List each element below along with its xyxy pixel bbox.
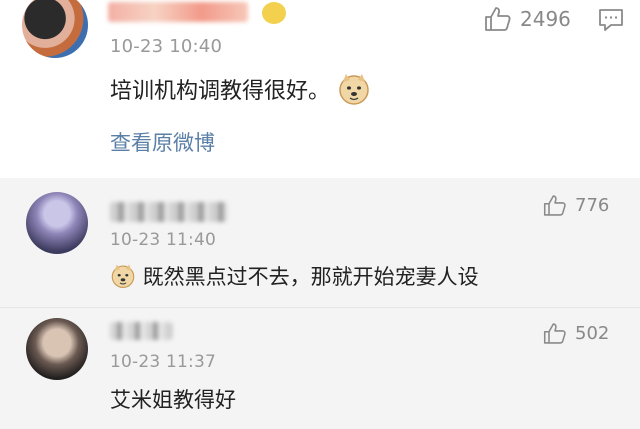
reply-text: 既然黑点过不去，那就开始宠妻人设 xyxy=(110,261,479,294)
username-blurred[interactable] xyxy=(110,202,228,222)
comment-text-content: 培训机构调教得很好。 xyxy=(110,79,331,104)
avatar[interactable] xyxy=(26,192,88,254)
comment-icon xyxy=(599,9,623,31)
badge-icon xyxy=(262,2,286,24)
avatar[interactable] xyxy=(26,318,88,380)
like-button[interactable]: 776 xyxy=(543,194,609,217)
thumbs-up-icon xyxy=(485,7,511,31)
reply-text: 艾米姐教得好 xyxy=(110,388,236,412)
like-button[interactable]: 502 xyxy=(543,322,609,345)
doge-emoji xyxy=(110,263,136,294)
thumbs-up-icon xyxy=(543,323,566,344)
like-count: 776 xyxy=(575,195,610,216)
like-button[interactable]: 2496 xyxy=(484,6,571,32)
main-comment: 10-23 10:40 培训机构调教得很好。 查看原微博 2496 xyxy=(0,0,640,178)
avatar[interactable] xyxy=(22,0,88,58)
divider xyxy=(0,307,640,308)
reply-text-content: 既然黑点过不去，那就开始宠妻人设 xyxy=(142,265,479,289)
comment-time: 10-23 10:40 xyxy=(110,36,223,57)
reply-button[interactable] xyxy=(598,8,624,36)
reply-time: 10-23 11:37 xyxy=(110,352,216,372)
username-blurred[interactable] xyxy=(108,2,248,22)
view-original-link[interactable]: 查看原微博 xyxy=(110,127,215,157)
like-count: 2496 xyxy=(520,7,571,31)
reply-time: 10-23 11:40 xyxy=(110,230,216,250)
username-blurred[interactable] xyxy=(110,322,172,340)
reply-list: 776 10-23 11:40 既然黑点过不去，那就开始宠妻人设 502 10-… xyxy=(0,178,640,429)
comment-text: 培训机构调教得很好。 xyxy=(110,72,371,112)
doge-emoji xyxy=(337,72,371,112)
thumbs-up-icon xyxy=(543,195,566,216)
like-count: 502 xyxy=(575,323,610,344)
